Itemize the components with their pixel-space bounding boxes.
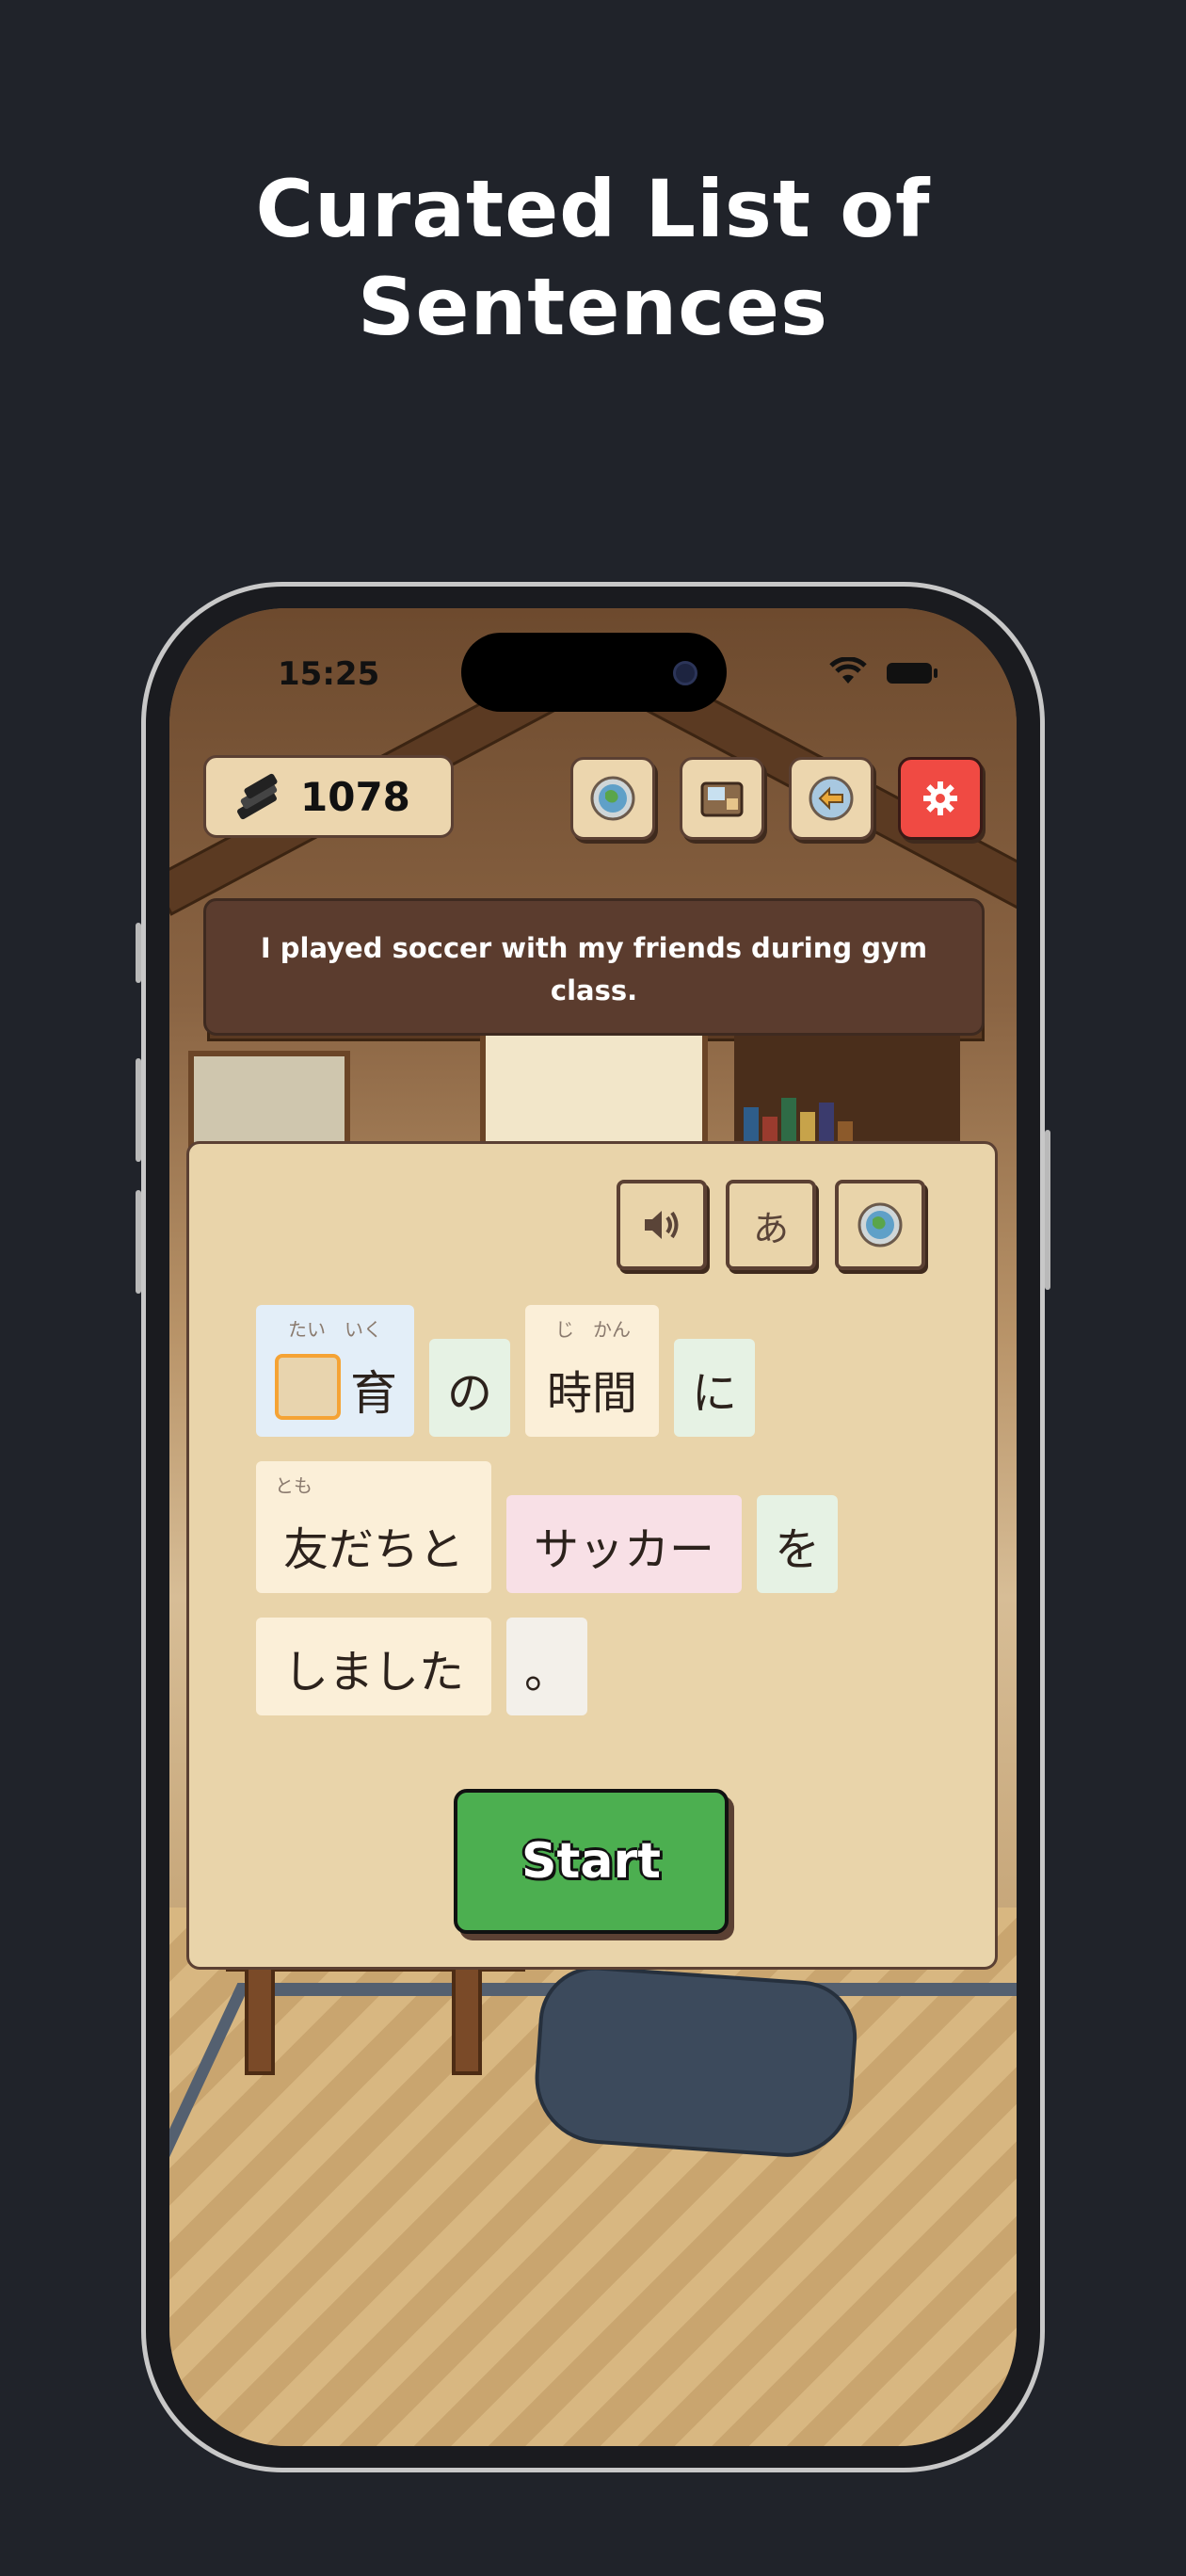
headline-line-2: Sentences [358, 261, 828, 353]
tile-text: しました [282, 1646, 464, 1699]
zabuton-cushion [530, 1962, 861, 2162]
speaker-icon [645, 1211, 679, 1239]
word-tile[interactable]: サッカー [506, 1495, 742, 1593]
tile-text: 育 [350, 1366, 397, 1421]
answer-blank[interactable] [275, 1354, 341, 1420]
word-tile[interactable]: を [757, 1495, 838, 1593]
tile-text: を [774, 1523, 820, 1576]
word-tile[interactable]: たい いく 育 [256, 1305, 414, 1437]
back-arrow-icon [809, 776, 854, 821]
table-leg [245, 1964, 275, 2075]
coin-count: 1078 [300, 773, 410, 820]
tile-text: に [691, 1367, 737, 1420]
back-button[interactable] [789, 757, 873, 840]
word-tile[interactable]: じ かん 時間 [525, 1305, 659, 1437]
tile-text: の [446, 1367, 492, 1420]
globe-icon [590, 776, 635, 821]
kana-label: あ [752, 1207, 789, 1249]
furigana: たい いく [288, 1318, 382, 1341]
word-tile[interactable]: の [429, 1339, 510, 1437]
tile-text: 。 [523, 1646, 569, 1699]
tile-text: 時間 [546, 1367, 637, 1420]
battery-icon [887, 663, 938, 684]
status-time: 15:25 [278, 655, 380, 693]
word-tile[interactable]: しました [256, 1618, 491, 1715]
furigana: とも [275, 1474, 313, 1497]
tile-text: 友だちと [282, 1523, 464, 1576]
word-tile[interactable]: とも 友だちと [256, 1461, 491, 1593]
wifi-icon [829, 657, 867, 684]
gear-icon [923, 781, 957, 815]
headline-line-1: Curated List of [255, 163, 931, 255]
globe-icon [857, 1202, 903, 1248]
coin-counter: 1078 [203, 755, 454, 838]
start-button[interactable]: Start [454, 1789, 729, 1934]
phone-power-button [1045, 1130, 1050, 1290]
shop-button[interactable] [680, 757, 764, 840]
front-camera [673, 661, 697, 685]
word-tile[interactable]: に [674, 1339, 755, 1437]
settings-button[interactable] [898, 757, 983, 840]
kana-toggle-button[interactable]: あ [726, 1180, 816, 1270]
phone-screen: 15:25 1078 I played soccer with my frien… [169, 608, 1017, 2446]
english-sentence: I played soccer with my friends during g… [203, 898, 985, 1036]
coin-stack-icon [237, 773, 278, 820]
register-icon [700, 781, 744, 817]
table-leg [452, 1964, 482, 2075]
translate-button[interactable] [835, 1180, 925, 1270]
tile-text: サッカー [533, 1523, 714, 1576]
audio-button[interactable] [617, 1180, 707, 1270]
word-tile[interactable]: 。 [506, 1618, 587, 1715]
globe-button[interactable] [570, 757, 655, 840]
page-headline: Curated List of Sentences [0, 160, 1186, 356]
furigana: じ かん [555, 1318, 631, 1341]
